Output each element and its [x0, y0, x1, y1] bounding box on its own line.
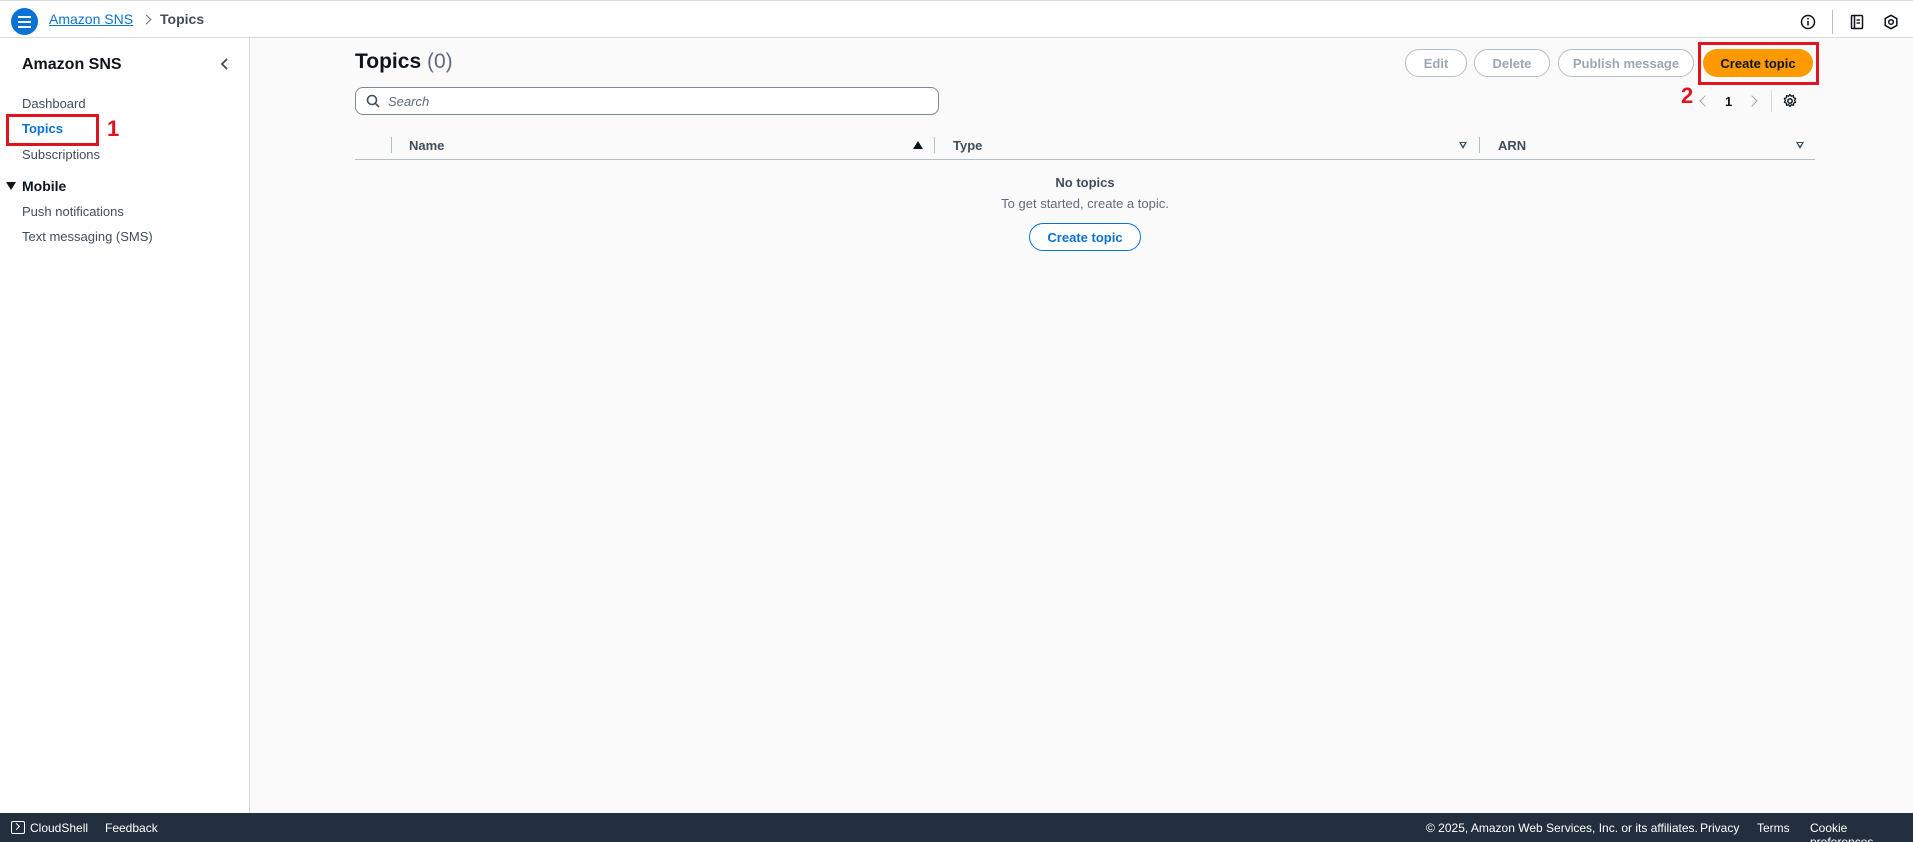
empty-state-subtitle: To get started, create a topic.	[1001, 196, 1169, 211]
chevron-right-icon	[141, 14, 152, 24]
notes-panel-icon[interactable]	[1847, 12, 1867, 32]
cloudshell-link[interactable]: CloudShell	[30, 821, 88, 835]
cloudshell-icon[interactable]	[11, 821, 25, 834]
breadcrumb-topics: Topics	[160, 11, 205, 27]
side-navigation: Amazon SNS Dashboard Topics Subscription…	[0, 38, 250, 813]
empty-state: No topics To get started, create a topic…	[355, 38, 1815, 298]
annotation-number-1: 1	[107, 116, 120, 141]
side-navigation-title[interactable]: Amazon SNS	[22, 56, 122, 74]
sidebar-item-dashboard[interactable]: Dashboard	[22, 96, 86, 111]
privacy-link[interactable]: Privacy	[1700, 821, 1739, 835]
terms-link[interactable]: Terms	[1757, 821, 1790, 835]
breadcrumb: Amazon SNS Topics	[49, 11, 204, 27]
empty-create-topic-button[interactable]: Create topic	[1029, 223, 1141, 251]
breadcrumb-amazon-sns[interactable]: Amazon SNS	[49, 11, 133, 27]
footer: CloudShell Feedback © 2025, Amazon Web S…	[0, 813, 1913, 842]
sidebar-item-subscriptions[interactable]: Subscriptions	[22, 147, 100, 162]
settings-hexagon-icon[interactable]	[1881, 12, 1901, 32]
sidebar-item-text-messaging[interactable]: Text messaging (SMS)	[22, 229, 153, 244]
info-icon[interactable]	[1798, 12, 1818, 32]
main-content: Topics (0) Edit Delete Publish message C…	[251, 38, 1913, 813]
annotation-box-step-1	[6, 114, 99, 146]
cookie-preferences-link[interactable]: Cookie preferences	[1810, 821, 1913, 842]
empty-state-title: No topics	[1055, 175, 1115, 190]
caret-down-icon	[6, 182, 16, 190]
top-navigation-bar: Amazon SNS Topics	[0, 0, 1913, 38]
sidebar-item-push-notifications[interactable]: Push notifications	[22, 204, 124, 219]
hamburger-menu-icon[interactable]	[11, 8, 38, 35]
top-divider	[1832, 10, 1833, 34]
sidebar-section-label: Mobile	[22, 178, 67, 194]
top-icon-group	[1784, 10, 1901, 34]
feedback-link[interactable]: Feedback	[105, 821, 158, 835]
sidebar-section-mobile[interactable]: Mobile	[6, 178, 66, 194]
copyright-text: © 2025, Amazon Web Services, Inc. or its…	[1426, 821, 1698, 835]
collapse-sidebar-icon[interactable]	[217, 56, 233, 72]
